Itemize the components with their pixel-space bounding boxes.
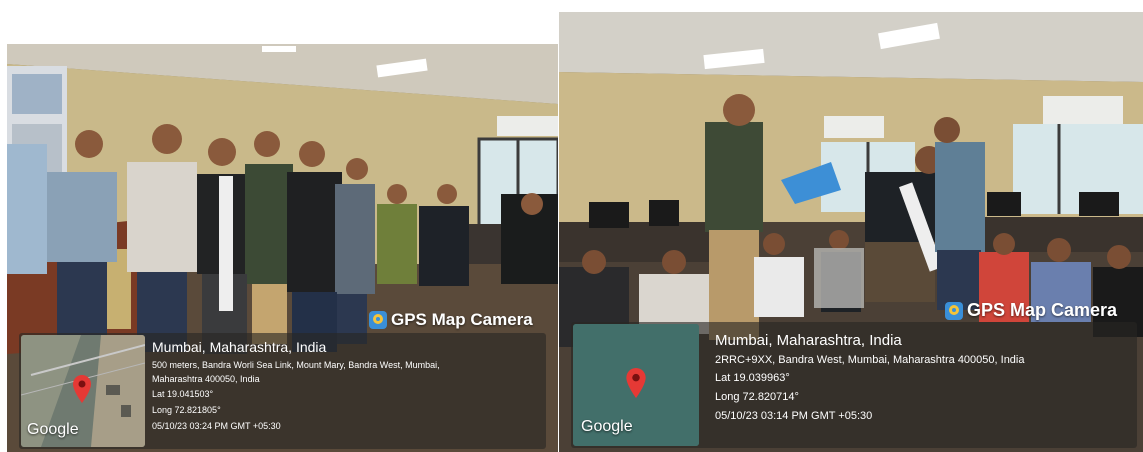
map-pin-icon: [626, 368, 646, 398]
datetime: 05/10/23 03:24 PM GMT +05:30: [152, 421, 281, 431]
longitude: Long 72.821805°: [152, 405, 221, 415]
google-logo: Google: [27, 421, 79, 438]
address-line-1: 2RRC+9XX, Bandra West, Mumbai, Maharasht…: [715, 354, 1025, 366]
mini-map: Google: [21, 335, 145, 447]
photo-right: GPS Map Camera Google Mumbai, Maharashtr…: [559, 12, 1143, 452]
mini-map: Google: [573, 324, 699, 446]
gps-map-camera-icon: [945, 301, 963, 320]
location-overlay: Google Mumbai, Maharashtra, India 500 me…: [19, 333, 546, 449]
location-info: Mumbai, Maharashtra, India 2RRC+9XX, Ban…: [715, 332, 1133, 426]
address-line-1: 500 meters, Bandra Worli Sea Link, Mount…: [152, 360, 440, 370]
gps-map-camera-icon: [369, 311, 387, 329]
badge-label: GPS Map Camera: [391, 310, 533, 329]
badge-label: GPS Map Camera: [967, 300, 1118, 320]
google-logo: Google: [581, 418, 633, 435]
location-overlay: Google Mumbai, Maharashtra, India 2RRC+9…: [571, 322, 1137, 448]
gps-map-camera-badge: GPS Map Camera: [945, 300, 1117, 321]
latitude: Lat 19.041503°: [152, 389, 214, 399]
gps-map-camera-badge: GPS Map Camera: [369, 310, 533, 330]
address-line-2: Maharashtra 400050, India: [152, 374, 260, 384]
location-info: Mumbai, Maharashtra, India 500 meters, B…: [152, 339, 542, 434]
place-name: Mumbai, Maharashtra, India: [152, 339, 327, 355]
place-name: Mumbai, Maharashtra, India: [715, 332, 902, 349]
latitude: Lat 19.039963°: [715, 372, 790, 384]
map-pin-icon: [73, 375, 91, 403]
longitude: Long 72.820714°: [715, 391, 799, 403]
datetime: 05/10/23 03:14 PM GMT +05:30: [715, 410, 873, 422]
photo-left: GPS Map Camera Google Mumbai, Maharashtr…: [7, 44, 558, 452]
